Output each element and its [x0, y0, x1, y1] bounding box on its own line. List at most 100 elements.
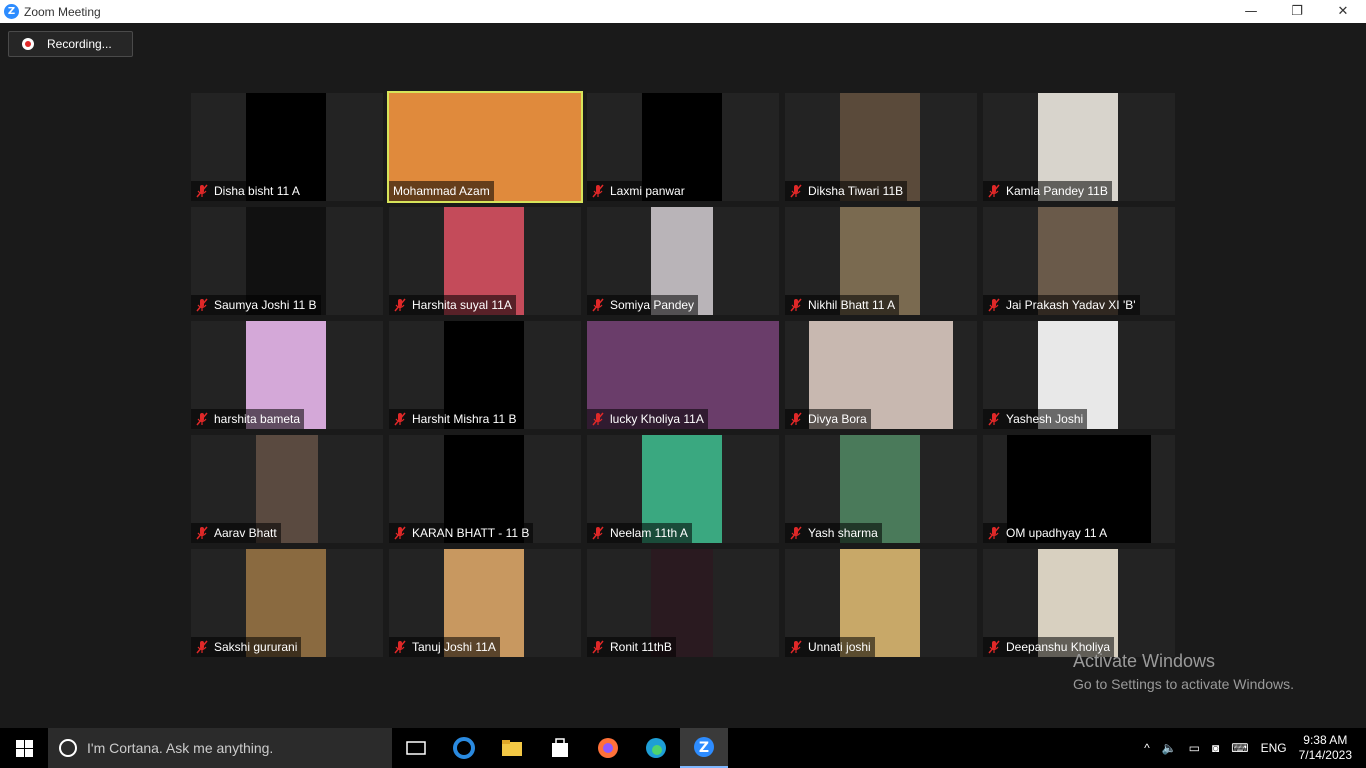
- participant-name: Divya Bora: [808, 412, 867, 426]
- participant-name-bar: harshita bameta: [191, 409, 305, 429]
- participant-name: Mohammad Azam: [393, 184, 490, 198]
- folder-icon: [502, 740, 522, 756]
- participant-name-bar: Aarav Bhatt: [191, 523, 281, 543]
- restore-button[interactable]: ❐: [1274, 0, 1320, 23]
- participant-name-bar: OM upadhyay 11 A: [983, 523, 1112, 543]
- participant-tile[interactable]: harshita bameta: [191, 321, 383, 429]
- record-icon: [22, 38, 34, 50]
- participant-tile[interactable]: Nikhil Bhatt 11 A: [785, 207, 977, 315]
- muted-microphone-icon: [988, 184, 1000, 198]
- participant-tile[interactable]: Neelam 11th A: [587, 435, 779, 543]
- recording-label: Recording...: [47, 37, 112, 51]
- participant-tile[interactable]: Yash sharma: [785, 435, 977, 543]
- show-hidden-icons-chevron-icon[interactable]: ^: [1144, 741, 1150, 755]
- muted-microphone-icon: [196, 412, 208, 426]
- recording-indicator[interactable]: Recording...: [8, 31, 133, 57]
- participant-tile[interactable]: Divya Bora: [785, 321, 977, 429]
- muted-microphone-icon: [592, 412, 604, 426]
- participant-tile[interactable]: OM upadhyay 11 A: [983, 435, 1175, 543]
- muted-microphone-icon: [196, 640, 208, 654]
- muted-microphone-icon: [592, 526, 604, 540]
- participant-name-bar: KARAN BHATT - 11 B: [389, 523, 534, 543]
- volume-icon[interactable]: 🔈: [1162, 741, 1177, 755]
- participant-name-bar: Jai Prakash Yadav XI 'B': [983, 295, 1140, 315]
- participant-name: Disha bisht 11 A: [214, 184, 300, 198]
- task-view-button[interactable]: [392, 728, 440, 768]
- participant-name-bar: Nikhil Bhatt 11 A: [785, 295, 900, 315]
- battery-icon[interactable]: ▭: [1189, 741, 1200, 755]
- participant-tile[interactable]: Ronit 11thB: [587, 549, 779, 657]
- taskbar-firefox[interactable]: [584, 728, 632, 768]
- participant-name: Yash sharma: [808, 526, 878, 540]
- participant-name: KARAN BHATT - 11 B: [412, 526, 530, 540]
- muted-microphone-icon: [394, 412, 406, 426]
- taskbar-edge[interactable]: [632, 728, 680, 768]
- participant-name-bar: lucky Kholiya 11A: [587, 409, 708, 429]
- zoom-tray-icon[interactable]: ◙: [1212, 741, 1219, 755]
- windows-logo-icon: [15, 739, 33, 757]
- muted-microphone-icon: [592, 298, 604, 312]
- participant-tile[interactable]: lucky Kholiya 11A: [587, 321, 779, 429]
- participant-tile[interactable]: Unnati joshi: [785, 549, 977, 657]
- muted-microphone-icon: [988, 640, 1000, 654]
- edge-icon: [646, 738, 666, 758]
- participant-tile[interactable]: Harshit Mishra 11 B: [389, 321, 581, 429]
- store-icon: [552, 738, 568, 757]
- participant-tile[interactable]: Disha bisht 11 A: [191, 93, 383, 201]
- participant-name: Diksha Tiwari 11B: [808, 184, 904, 198]
- participant-name: Ronit 11thB: [610, 640, 672, 654]
- task-view-icon: [406, 741, 426, 755]
- participant-tile[interactable]: Harshita suyal 11A: [389, 207, 581, 315]
- activate-windows-subtitle: Go to Settings to activate Windows.: [1073, 676, 1294, 692]
- participant-name: Harshit Mishra 11 B: [412, 412, 517, 426]
- zoom-app-icon: Z: [694, 737, 714, 757]
- participant-name: Yashesh Joshi: [1006, 412, 1084, 426]
- muted-microphone-icon: [394, 526, 406, 540]
- participant-name: harshita bameta: [214, 412, 301, 426]
- participant-name: Neelam 11th A: [610, 526, 688, 540]
- close-button[interactable]: ✕: [1320, 0, 1366, 23]
- clock[interactable]: 9:38 AM 7/14/2023: [1299, 733, 1352, 763]
- participant-tile[interactable]: Tanuj Joshi 11A: [389, 549, 581, 657]
- participant-tile[interactable]: Somiya Pandey: [587, 207, 779, 315]
- participant-name: Sakshi gururani: [214, 640, 298, 654]
- participant-name: Aarav Bhatt: [214, 526, 277, 540]
- participant-tile[interactable]: Kamla Pandey 11B: [983, 93, 1175, 201]
- taskbar-store[interactable]: [536, 728, 584, 768]
- participant-name: Unnati joshi: [808, 640, 871, 654]
- muted-microphone-icon: [988, 298, 1000, 312]
- taskbar-edge-legacy[interactable]: [440, 728, 488, 768]
- system-tray: ^ 🔈 ▭ ◙ ⌨ ENG 9:38 AM 7/14/2023: [1138, 728, 1366, 768]
- activate-windows-title: Activate Windows: [1073, 651, 1216, 671]
- participant-name: Somiya Pandey: [610, 298, 695, 312]
- search-placeholder: I'm Cortana. Ask me anything.: [87, 740, 274, 756]
- participant-tile[interactable]: Diksha Tiwari 11B: [785, 93, 977, 201]
- participant-name-bar: Sakshi gururani: [191, 637, 302, 657]
- participant-tile[interactable]: Jai Prakash Yadav XI 'B': [983, 207, 1175, 315]
- language-indicator[interactable]: ENG: [1261, 741, 1287, 755]
- taskbar-file-explorer[interactable]: [488, 728, 536, 768]
- participant-tile[interactable]: Saumya Joshi 11 B: [191, 207, 383, 315]
- taskbar-zoom[interactable]: Z: [680, 728, 728, 768]
- muted-microphone-icon: [988, 412, 1000, 426]
- gallery-grid: Disha bisht 11 A Mohammad Azam Laxmi panwa…: [191, 91, 1175, 657]
- cortana-search-box[interactable]: I'm Cortana. Ask me anything.: [48, 728, 392, 768]
- keyboard-icon[interactable]: ⌨: [1231, 741, 1248, 755]
- participant-tile[interactable]: Aarav Bhatt: [191, 435, 383, 543]
- zoom-logo-icon: Z: [4, 4, 19, 19]
- start-button[interactable]: [0, 728, 48, 768]
- participant-tile[interactable]: Yashesh Joshi: [983, 321, 1175, 429]
- participant-tile[interactable]: Laxmi panwar: [587, 93, 779, 201]
- window-title: Zoom Meeting: [24, 4, 101, 19]
- muted-microphone-icon: [988, 526, 1000, 540]
- participant-name-bar: Divya Bora: [785, 409, 871, 429]
- muted-microphone-icon: [592, 640, 604, 654]
- minimize-button[interactable]: —: [1228, 0, 1274, 23]
- muted-microphone-icon: [196, 526, 208, 540]
- participant-tile[interactable]: Mohammad Azam: [387, 91, 583, 203]
- participant-tile[interactable]: Deepanshu Kholiya: [983, 549, 1175, 657]
- participant-tile[interactable]: Sakshi gururani: [191, 549, 383, 657]
- participant-tile[interactable]: KARAN BHATT - 11 B: [389, 435, 581, 543]
- participant-name-bar: Harshita suyal 11A: [389, 295, 516, 315]
- window-title-bar: Z Zoom Meeting — ❐ ✕: [0, 0, 1366, 23]
